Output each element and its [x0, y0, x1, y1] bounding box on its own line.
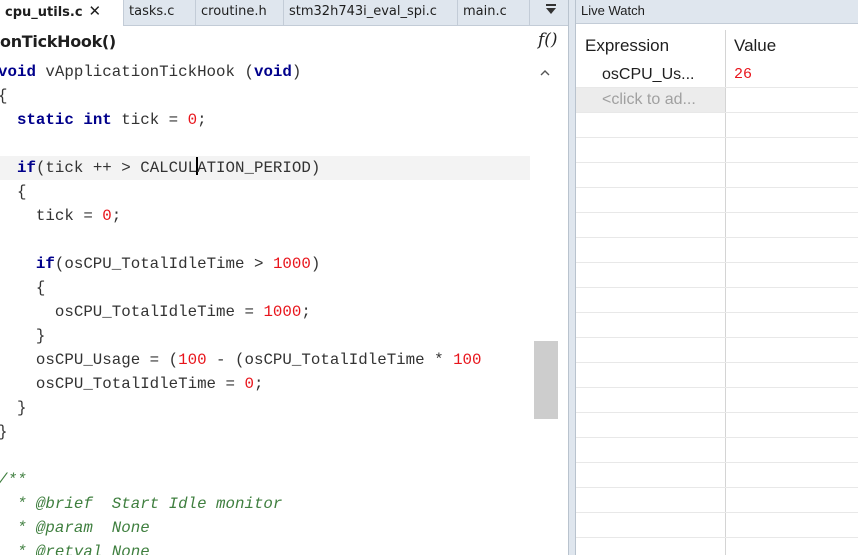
watch-row-empty: [576, 488, 858, 513]
code-line: osCPU_TotalIdleTime = 0;: [0, 375, 264, 393]
code-line: * @brief Start Idle monitor: [0, 495, 283, 513]
scroll-up-icon[interactable]: [540, 66, 550, 79]
code-line: osCPU_Usage = (100 - (osCPU_TotalIdleTim…: [0, 351, 482, 369]
function-list-icon[interactable]: f(): [538, 30, 558, 50]
pane-splitter[interactable]: [568, 0, 576, 555]
tab-main[interactable]: main.c: [458, 0, 530, 25]
code-editor-pane: cpu_utils.c ✕ tasks.c croutine.h stm32h74…: [0, 0, 568, 555]
tab-label: main.c: [463, 4, 507, 19]
tab-label: stm32h743i_eval_spi.c: [289, 4, 437, 19]
current-function-name[interactable]: onTickHook(): [0, 32, 116, 51]
function-navigation-bar: onTickHook() f(): [0, 26, 568, 58]
watch-row-empty: [576, 338, 858, 363]
watch-row-empty: [576, 263, 858, 288]
watch-row-empty: [576, 313, 858, 338]
scrollbar-thumb[interactable]: [534, 341, 558, 419]
code-line-current: if(tick ++ > CALCULATION_PERIOD): [0, 156, 530, 180]
code-line: * @retval None: [0, 543, 150, 555]
code-line: }: [0, 327, 46, 345]
code-line: {: [0, 279, 46, 297]
tab-list-icon[interactable]: [536, 0, 566, 25]
code-line: tick = 0;: [0, 207, 122, 225]
watch-row[interactable]: osCPU_Us... 26: [576, 63, 858, 88]
watch-add-row[interactable]: <click to ad...: [576, 88, 858, 113]
code-line: if(osCPU_TotalIdleTime > 1000): [35, 255, 321, 273]
code-line: void vApplicationTickHook (void): [0, 63, 302, 81]
editor-tab-bar: cpu_utils.c ✕ tasks.c croutine.h stm32h74…: [0, 0, 568, 26]
watch-row-empty: [576, 188, 858, 213]
tab-label: croutine.h: [201, 4, 267, 19]
tab-label: cpu_utils.c: [5, 5, 83, 20]
add-expression-placeholder: <click to ad...: [602, 91, 696, 108]
watch-row-empty: [576, 238, 858, 263]
watch-row-empty: [576, 213, 858, 238]
watch-row-empty: [576, 363, 858, 388]
live-watch-title: Live Watch: [576, 0, 858, 24]
watch-row-empty: [576, 138, 858, 163]
tab-label: tasks.c: [129, 4, 175, 19]
code-line: {: [0, 84, 530, 108]
code-line: }: [0, 420, 530, 444]
tab-croutine[interactable]: croutine.h: [196, 0, 284, 25]
code-line: * @param None: [0, 519, 150, 537]
close-icon[interactable]: ✕: [89, 2, 102, 20]
watch-row-empty: [576, 288, 858, 313]
live-watch-panel: Live Watch Expression Value osCPU_Us... …: [576, 0, 858, 555]
watch-column-headers: Expression Value: [576, 30, 858, 62]
text-cursor: [196, 157, 199, 175]
watch-expression: osCPU_Us...: [602, 66, 695, 83]
watch-row-empty: [576, 413, 858, 438]
tab-cpu-utils[interactable]: cpu_utils.c ✕: [0, 0, 124, 26]
code-line: }: [0, 399, 27, 417]
code-line: {: [0, 183, 27, 201]
column-header-value[interactable]: Value: [734, 30, 776, 62]
watch-row-empty: [576, 113, 858, 138]
code-line: static int tick = 0;: [16, 111, 207, 129]
vertical-scrollbar[interactable]: [532, 60, 560, 555]
watch-row-empty: [576, 463, 858, 488]
tab-tasks[interactable]: tasks.c: [124, 0, 196, 25]
watch-row-empty: [576, 513, 858, 538]
tab-stm32h743i-eval-spi[interactable]: stm32h743i_eval_spi.c: [284, 0, 458, 25]
code-area[interactable]: void vApplicationTickHook (void) { stati…: [0, 60, 532, 555]
watch-row-empty: [576, 163, 858, 188]
watch-row-empty: [576, 388, 858, 413]
code-line: /**: [0, 471, 27, 489]
watch-row-empty: [576, 438, 858, 463]
watch-value: 26: [734, 66, 753, 83]
code-line: osCPU_TotalIdleTime = 1000;: [0, 303, 311, 321]
column-header-expression[interactable]: Expression: [585, 30, 669, 62]
